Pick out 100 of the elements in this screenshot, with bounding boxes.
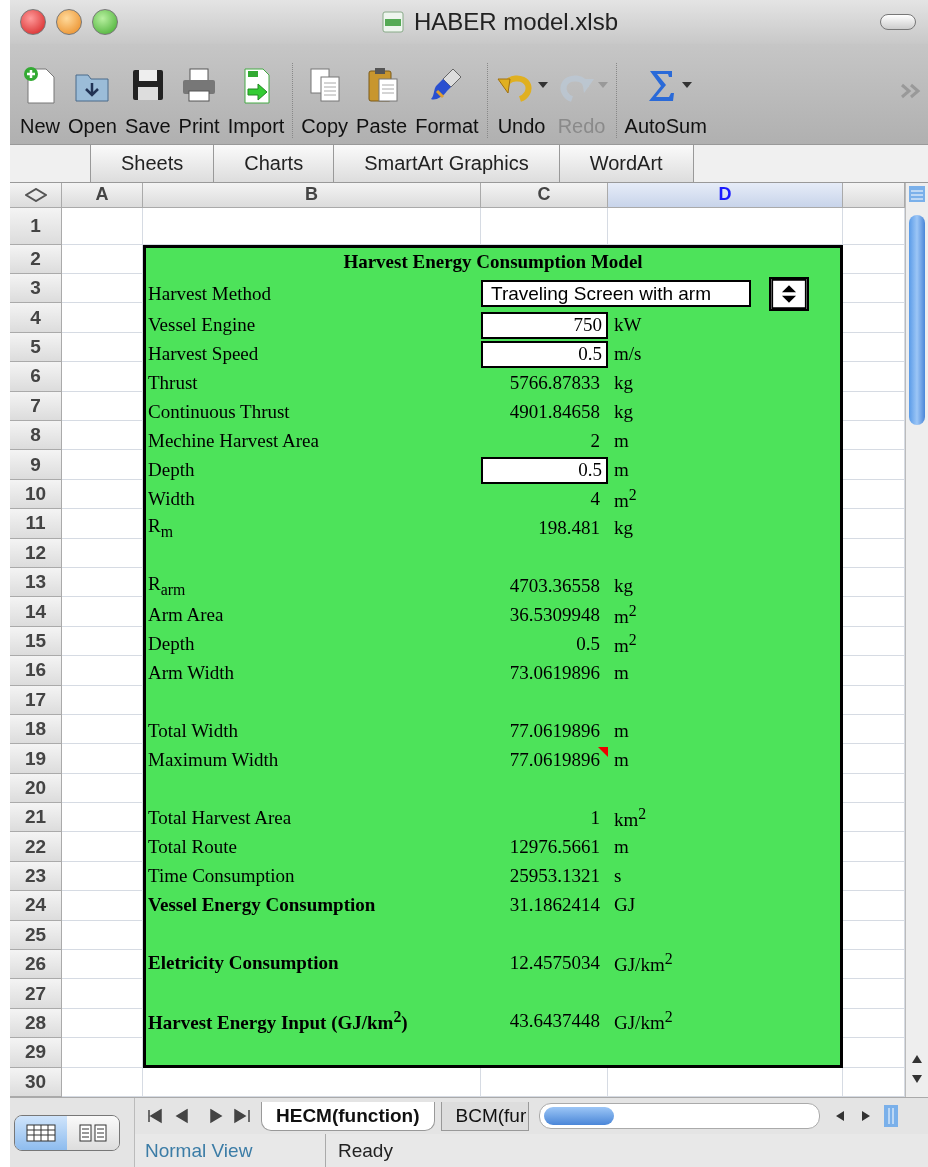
row-header[interactable]: 16: [10, 656, 62, 686]
grid-cell[interactable]: [62, 626, 143, 657]
row-header[interactable]: 2: [10, 244, 62, 275]
row-header[interactable]: 13: [10, 567, 62, 598]
row-header[interactable]: 4: [10, 303, 62, 333]
grid-cell[interactable]: [62, 567, 143, 598]
grid-cell[interactable]: [62, 479, 143, 510]
toolbar-button[interactable]: Undo: [493, 63, 550, 139]
ribbon-tab[interactable]: Sheets: [90, 145, 214, 182]
split-handle-icon[interactable]: [884, 1105, 899, 1127]
row-header[interactable]: 24: [10, 891, 62, 921]
normal-view-button[interactable]: [15, 1115, 67, 1150]
grid-cell[interactable]: [481, 207, 608, 245]
grid-cell[interactable]: [62, 332, 143, 363]
row-header[interactable]: 10: [10, 479, 62, 510]
grid-cell[interactable]: [62, 1008, 143, 1039]
split-handle-icon[interactable]: [908, 184, 926, 203]
grid-cell[interactable]: [62, 1038, 143, 1068]
scrollbar-thumb[interactable]: [544, 1107, 615, 1125]
column-header[interactable]: C: [481, 182, 608, 208]
grid-cell[interactable]: [62, 362, 143, 392]
grid-cell[interactable]: [62, 303, 143, 333]
row-header[interactable]: 18: [10, 714, 62, 745]
toolbar-button[interactable]: AutoSum: [622, 63, 709, 139]
grid-cell[interactable]: [62, 391, 143, 421]
row-header[interactable]: 1: [10, 207, 62, 245]
row-header[interactable]: 17: [10, 685, 62, 715]
column-header[interactable]: B: [143, 182, 481, 208]
value-input[interactable]: 0.5: [481, 456, 608, 484]
select-all-icon[interactable]: [24, 187, 47, 202]
spinner-icon[interactable]: [769, 276, 809, 311]
row-header[interactable]: 5: [10, 332, 62, 363]
minimize-button[interactable]: [56, 8, 82, 35]
overflow-chevron-icon[interactable]: [900, 83, 922, 100]
grid-cell[interactable]: [143, 207, 481, 245]
grid-cell[interactable]: [62, 744, 143, 774]
row-header[interactable]: 9: [10, 450, 62, 480]
toolbar-button[interactable]: Format: [413, 63, 481, 139]
row-header[interactable]: 29: [10, 1038, 62, 1068]
grid-cell[interactable]: [62, 950, 143, 980]
row-header[interactable]: 12: [10, 538, 62, 568]
grid-cell[interactable]: [62, 597, 143, 627]
grid-cell[interactable]: [62, 509, 143, 539]
toolbar-toggle-button[interactable]: [880, 13, 916, 30]
sheet-tab[interactable]: BCM(fur: [440, 1101, 530, 1131]
grid-cell[interactable]: [62, 685, 143, 715]
row-header[interactable]: 20: [10, 773, 62, 804]
grid-cell[interactable]: [62, 891, 143, 921]
row-header[interactable]: 19: [10, 744, 62, 774]
grid-cell[interactable]: [62, 656, 143, 686]
row-header[interactable]: 27: [10, 979, 62, 1009]
grid-cell[interactable]: [62, 803, 143, 833]
row-header[interactable]: 6: [10, 362, 62, 392]
toolbar-button[interactable]: Paste: [354, 63, 410, 139]
grid-cell[interactable]: [62, 274, 143, 304]
value-input[interactable]: 0.5: [481, 340, 608, 368]
ribbon-tab[interactable]: Charts: [213, 145, 334, 182]
grid-cell[interactable]: [62, 421, 143, 451]
grid-cell[interactable]: [62, 538, 143, 568]
row-header[interactable]: 22: [10, 832, 62, 862]
row-header[interactable]: 23: [10, 861, 62, 892]
value-cell-text: 5766.87833: [508, 372, 601, 395]
toolbar-button[interactable]: New: [18, 63, 62, 139]
grid-cell[interactable]: [62, 450, 143, 480]
row-header[interactable]: 8: [10, 421, 62, 451]
ribbon-tab[interactable]: WordArt: [558, 145, 694, 182]
grid-cell[interactable]: [62, 920, 143, 951]
zoom-button[interactable]: [92, 8, 118, 35]
toolbar-button[interactable]: Print: [176, 63, 222, 139]
row-header[interactable]: 11: [10, 509, 62, 539]
method-dropdown[interactable]: Traveling Screen with arm: [481, 280, 751, 308]
value-input[interactable]: 750: [481, 311, 608, 339]
grid-cell[interactable]: [62, 832, 143, 862]
grid-cell[interactable]: [62, 773, 143, 804]
close-button[interactable]: [20, 8, 46, 35]
toolbar-button[interactable]: Copy: [299, 63, 351, 139]
grid-cell[interactable]: [62, 979, 143, 1009]
column-header[interactable]: D: [608, 182, 843, 208]
column-header[interactable]: [843, 182, 905, 208]
row-header[interactable]: 25: [10, 920, 62, 951]
scrollbar-thumb[interactable]: [909, 214, 925, 425]
page-layout-view-button[interactable]: [67, 1115, 119, 1150]
row-header[interactable]: 3: [10, 274, 62, 304]
row-header[interactable]: 28: [10, 1008, 62, 1039]
row-header[interactable]: 26: [10, 950, 62, 980]
grid-cell[interactable]: [62, 207, 143, 245]
row-header[interactable]: 15: [10, 626, 62, 657]
grid-cell[interactable]: [62, 714, 143, 745]
row-header[interactable]: 14: [10, 597, 62, 627]
toolbar-button[interactable]: Save: [122, 63, 173, 139]
row-header[interactable]: 30: [10, 1067, 62, 1097]
toolbar-button[interactable]: Import: [225, 63, 287, 139]
toolbar-button[interactable]: Open: [66, 63, 119, 139]
grid-cell[interactable]: [62, 861, 143, 892]
grid-cell[interactable]: [608, 207, 843, 245]
row-header[interactable]: 21: [10, 803, 62, 833]
ribbon-tab[interactable]: SmartArt Graphics: [333, 145, 559, 182]
row-header[interactable]: 7: [10, 391, 62, 421]
sheet-tab[interactable]: HECM(function): [261, 1101, 435, 1131]
column-header[interactable]: A: [62, 182, 143, 208]
